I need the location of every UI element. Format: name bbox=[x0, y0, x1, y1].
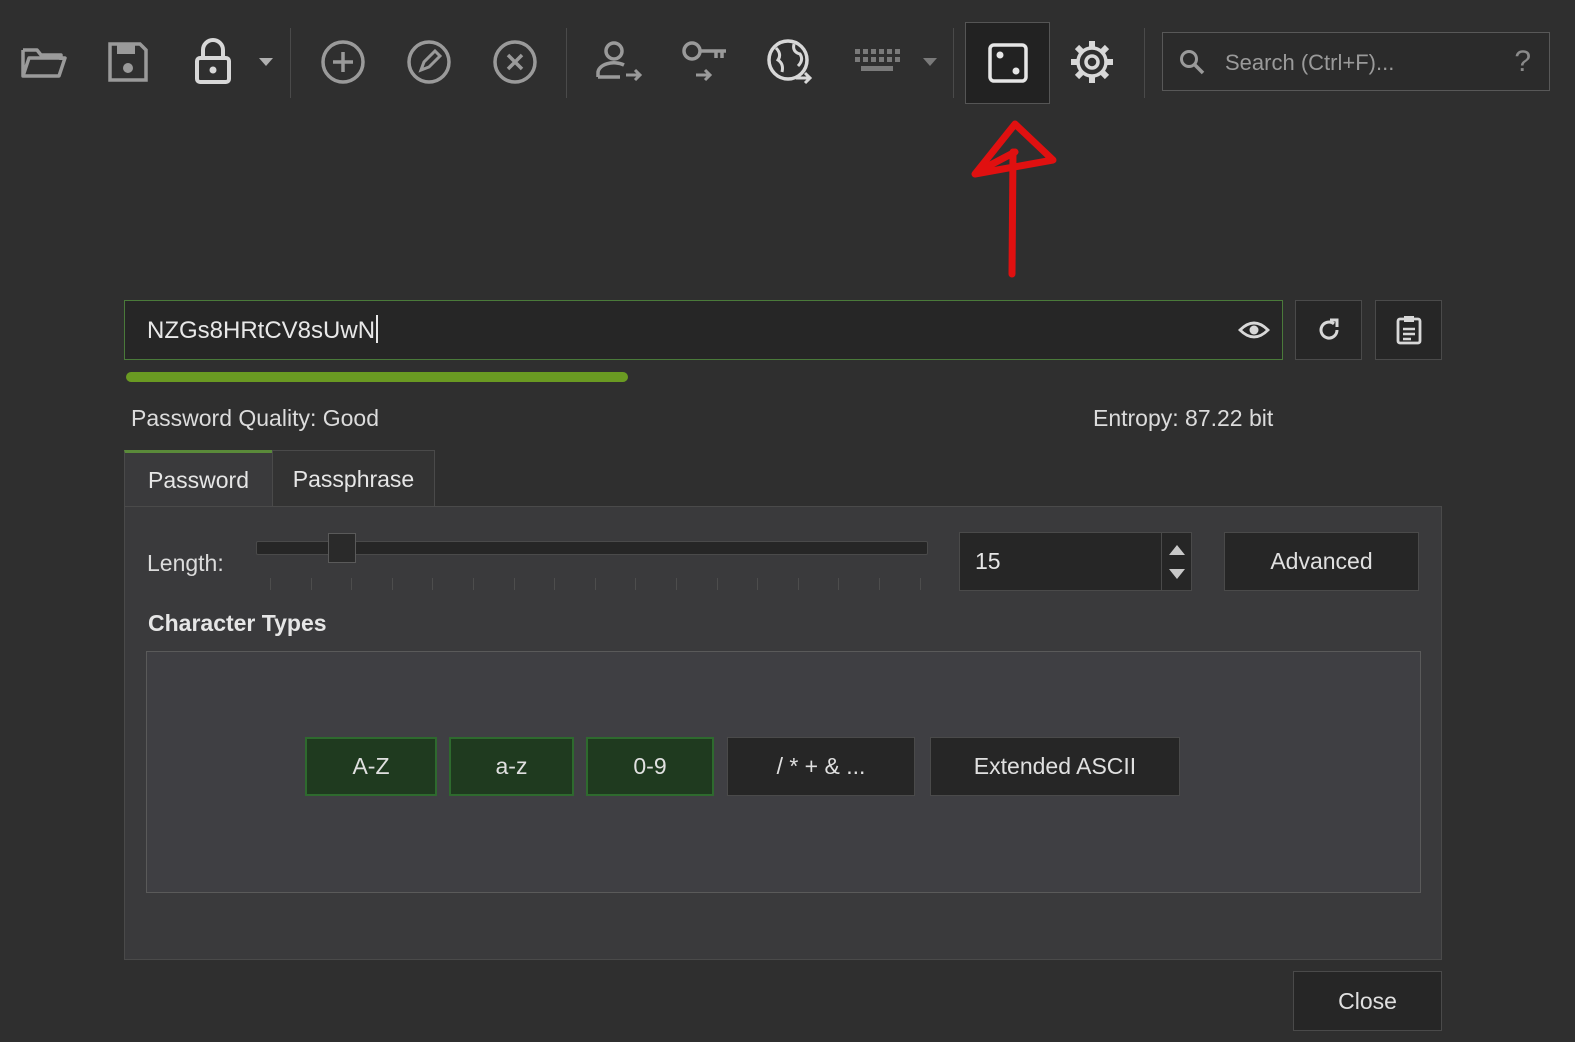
autotype-keyboard-icon bbox=[853, 47, 901, 77]
length-increment-icon[interactable] bbox=[1169, 545, 1185, 555]
tab-password[interactable]: Password bbox=[124, 450, 273, 508]
delete-entry-icon bbox=[492, 39, 538, 85]
slider-tick bbox=[554, 578, 556, 590]
length-label: Length: bbox=[147, 550, 224, 576]
edit-entry-icon bbox=[406, 39, 452, 85]
slider-tick bbox=[635, 578, 637, 590]
slider-tick bbox=[351, 578, 353, 590]
open-database-icon bbox=[19, 42, 67, 82]
toolbar-separator bbox=[566, 28, 567, 98]
slider-tick bbox=[270, 578, 271, 590]
toolbar-separator bbox=[953, 28, 954, 98]
copy-password-icon bbox=[680, 39, 730, 85]
clipboard-icon bbox=[1396, 315, 1422, 345]
slider-tick bbox=[879, 578, 880, 590]
tab-passphrase[interactable]: Passphrase bbox=[272, 450, 435, 508]
slider-tick bbox=[838, 578, 840, 590]
length-decrement-icon[interactable] bbox=[1169, 569, 1185, 579]
length-slider[interactable] bbox=[256, 541, 928, 555]
password-generator-icon bbox=[987, 42, 1029, 84]
open-url-icon bbox=[766, 38, 816, 86]
length-value[interactable]: 15 bbox=[975, 548, 1001, 575]
toolbar-separator bbox=[1144, 28, 1145, 98]
char-type-label: / * + & ... bbox=[776, 753, 866, 779]
slider-tick bbox=[391, 578, 393, 590]
close-button-label: Close bbox=[1338, 987, 1397, 1014]
char-type-special-button[interactable]: / * + & ... bbox=[727, 737, 915, 796]
add-entry-button[interactable] bbox=[308, 22, 378, 102]
length-slider-handle[interactable] bbox=[328, 533, 356, 563]
char-type-label: A-Z bbox=[352, 753, 390, 779]
show-password-eye-icon[interactable] bbox=[1238, 319, 1270, 341]
char-type-uppercase-button[interactable]: A-Z bbox=[305, 737, 437, 796]
annotation-arrow bbox=[971, 120, 1057, 278]
regenerate-button[interactable] bbox=[1295, 300, 1362, 360]
char-type-label: a-z bbox=[495, 753, 528, 779]
copy-to-clipboard-button[interactable] bbox=[1375, 300, 1442, 360]
tab-password-label: Password bbox=[148, 467, 249, 493]
add-entry-icon bbox=[320, 39, 366, 85]
refresh-icon bbox=[1316, 317, 1342, 343]
slider-tick bbox=[594, 578, 596, 590]
save-database-icon bbox=[106, 40, 150, 84]
search-input[interactable] bbox=[1223, 33, 1487, 92]
advanced-button[interactable]: Advanced bbox=[1224, 532, 1419, 591]
settings-gear-icon bbox=[1069, 39, 1115, 85]
save-database-button[interactable] bbox=[93, 22, 163, 102]
slider-tick bbox=[513, 578, 515, 590]
settings-button[interactable] bbox=[1057, 22, 1127, 102]
slider-tick bbox=[310, 578, 312, 590]
password-generator-button[interactable] bbox=[965, 22, 1050, 104]
autotype-dropdown-arrow-icon[interactable] bbox=[923, 58, 937, 66]
tab-passphrase-label: Passphrase bbox=[292, 466, 415, 492]
close-button[interactable]: Close bbox=[1293, 971, 1442, 1031]
search-field[interactable]: ? bbox=[1162, 32, 1550, 92]
password-quality-label: Password Quality: Good bbox=[131, 405, 380, 431]
character-types-title: Character Types bbox=[148, 610, 327, 636]
slider-tick bbox=[432, 578, 434, 590]
slider-tick bbox=[716, 578, 718, 590]
char-type-lowercase-button[interactable]: a-z bbox=[449, 737, 574, 796]
delete-entry-button[interactable] bbox=[480, 22, 550, 102]
slider-tick bbox=[473, 578, 474, 590]
toolbar-separator bbox=[290, 28, 291, 98]
char-type-label: Extended ASCII bbox=[973, 753, 1137, 779]
help-icon[interactable]: ? bbox=[1514, 45, 1531, 79]
slider-tick bbox=[797, 578, 799, 590]
char-type-label: 0-9 bbox=[633, 753, 667, 779]
slider-tick bbox=[676, 578, 677, 590]
length-spinbox[interactable]: 15 bbox=[959, 532, 1192, 591]
slider-tick bbox=[757, 578, 759, 590]
entropy-label: Entropy: 87.22 bit bbox=[1093, 405, 1274, 431]
edit-entry-button[interactable] bbox=[394, 22, 464, 102]
autotype-button[interactable] bbox=[842, 22, 912, 102]
lock-database-icon bbox=[193, 38, 233, 86]
copy-username-icon bbox=[594, 39, 644, 85]
password-field[interactable]: NZGs8HRtCV8sUwN bbox=[124, 300, 1283, 360]
generated-password-text[interactable]: NZGs8HRtCV8sUwN bbox=[147, 315, 379, 345]
open-database-button[interactable] bbox=[8, 22, 78, 102]
copy-username-button[interactable] bbox=[584, 22, 654, 102]
lock-database-button[interactable] bbox=[178, 22, 248, 102]
advanced-button-label: Advanced bbox=[1270, 548, 1373, 574]
slider-tick bbox=[919, 578, 921, 590]
generated-password-value: NZGs8HRtCV8sUwN bbox=[147, 317, 376, 344]
search-icon bbox=[1179, 49, 1205, 75]
password-quality-bar bbox=[126, 372, 628, 382]
char-type-extended-ascii-button[interactable]: Extended ASCII bbox=[930, 737, 1180, 796]
char-type-numbers-button[interactable]: 0-9 bbox=[586, 737, 714, 796]
copy-password-button[interactable] bbox=[670, 22, 740, 102]
lock-dropdown-arrow-icon[interactable] bbox=[259, 58, 273, 66]
open-url-button[interactable] bbox=[756, 22, 826, 102]
